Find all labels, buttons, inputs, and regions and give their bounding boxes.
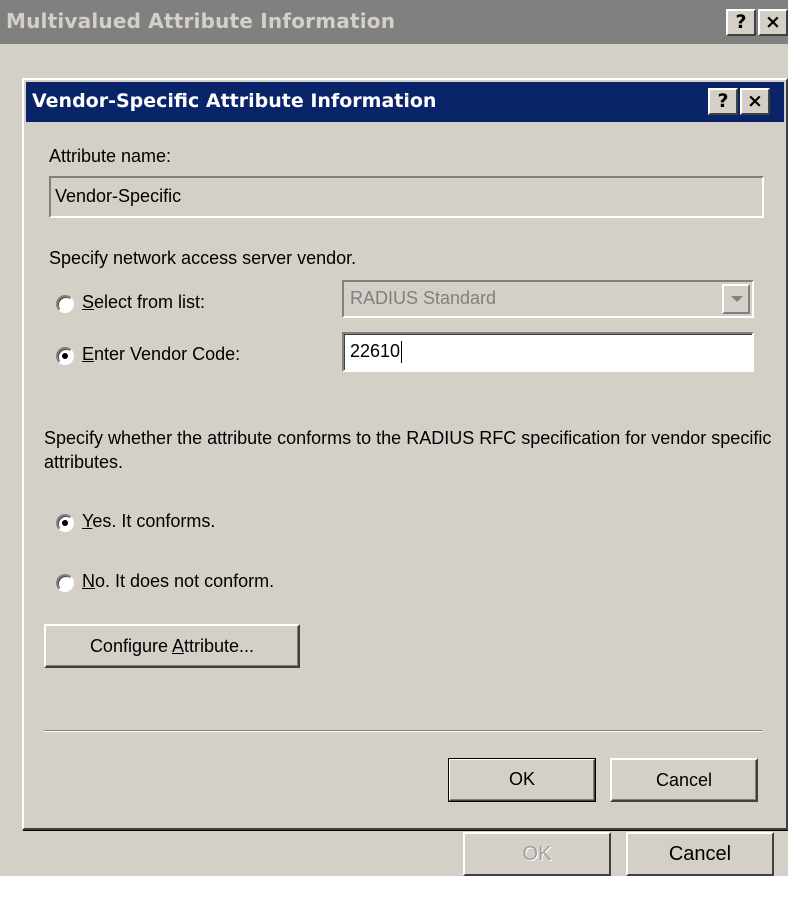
parent-close-button[interactable]: × (758, 9, 788, 36)
parent-help-button[interactable]: ? (726, 9, 756, 36)
parent-ok-button: OK (463, 832, 611, 876)
vendor-code-input[interactable]: 22610 (342, 332, 754, 372)
vendor-dropdown-value: RADIUS Standard (350, 288, 497, 308)
help-button[interactable]: ? (708, 88, 738, 115)
parent-cancel-button[interactable]: Cancel (626, 832, 774, 876)
accelerator-key: A (172, 636, 185, 656)
accelerator-key: Y (82, 511, 93, 531)
vendor-prompt-label: Specify network access server vendor. (49, 248, 357, 268)
enter-vendor-code-radio[interactable] (56, 347, 74, 365)
yes-conforms-text: es. It conforms. (92, 511, 216, 531)
ok-button[interactable]: OK (448, 758, 596, 802)
cancel-button[interactable]: Cancel (610, 758, 758, 802)
yes-conforms-label[interactable]: Yes. It conforms. (82, 511, 215, 532)
configure-attribute-button[interactable]: Configure Attribute... (44, 624, 300, 668)
no-conform-radio[interactable] (56, 574, 74, 592)
parent-title-bar: Multivalued Attribute Information ? × (0, 0, 788, 44)
configure-text: Configure (89, 636, 172, 656)
no-conform-label[interactable]: No. It does not conform. (82, 571, 274, 592)
attribute-name-label: Attribute name: (49, 146, 172, 166)
accelerator-key: E (82, 344, 95, 364)
close-button[interactable]: × (740, 88, 770, 115)
divider (44, 730, 762, 732)
chevron-down-icon (722, 284, 750, 314)
vendor-dropdown: RADIUS Standard (342, 280, 754, 318)
accelerator-key: N (82, 571, 95, 591)
dialog-title: Vendor-Specific Attribute Information (32, 90, 437, 112)
enter-vendor-code-text: nter Vendor Code: (94, 344, 241, 364)
select-from-list-radio[interactable] (56, 295, 74, 313)
parent-dialog-title: Multivalued Attribute Information (6, 9, 396, 33)
accelerator-key: S (82, 292, 95, 312)
vendor-code-value: 22610 (350, 341, 401, 361)
enter-vendor-code-label[interactable]: Enter Vendor Code: (82, 344, 240, 365)
conform-prompt-label: Specify whether the attribute conforms t… (44, 428, 772, 472)
yes-conforms-radio[interactable] (56, 514, 74, 532)
configure-text-rest: ttribute... (184, 636, 255, 656)
select-from-list-label[interactable]: Select from list: (82, 292, 205, 313)
no-conform-text: o. It does not conform. (95, 571, 275, 591)
attribute-name-field: Vendor-Specific (49, 176, 764, 218)
select-from-list-text: elect from list: (94, 292, 206, 312)
text-caret (401, 341, 403, 364)
dialog-title-bar[interactable]: Vendor-Specific Attribute Information ? … (26, 82, 784, 122)
vendor-specific-dialog: Vendor-Specific Attribute Information ? … (22, 78, 788, 830)
